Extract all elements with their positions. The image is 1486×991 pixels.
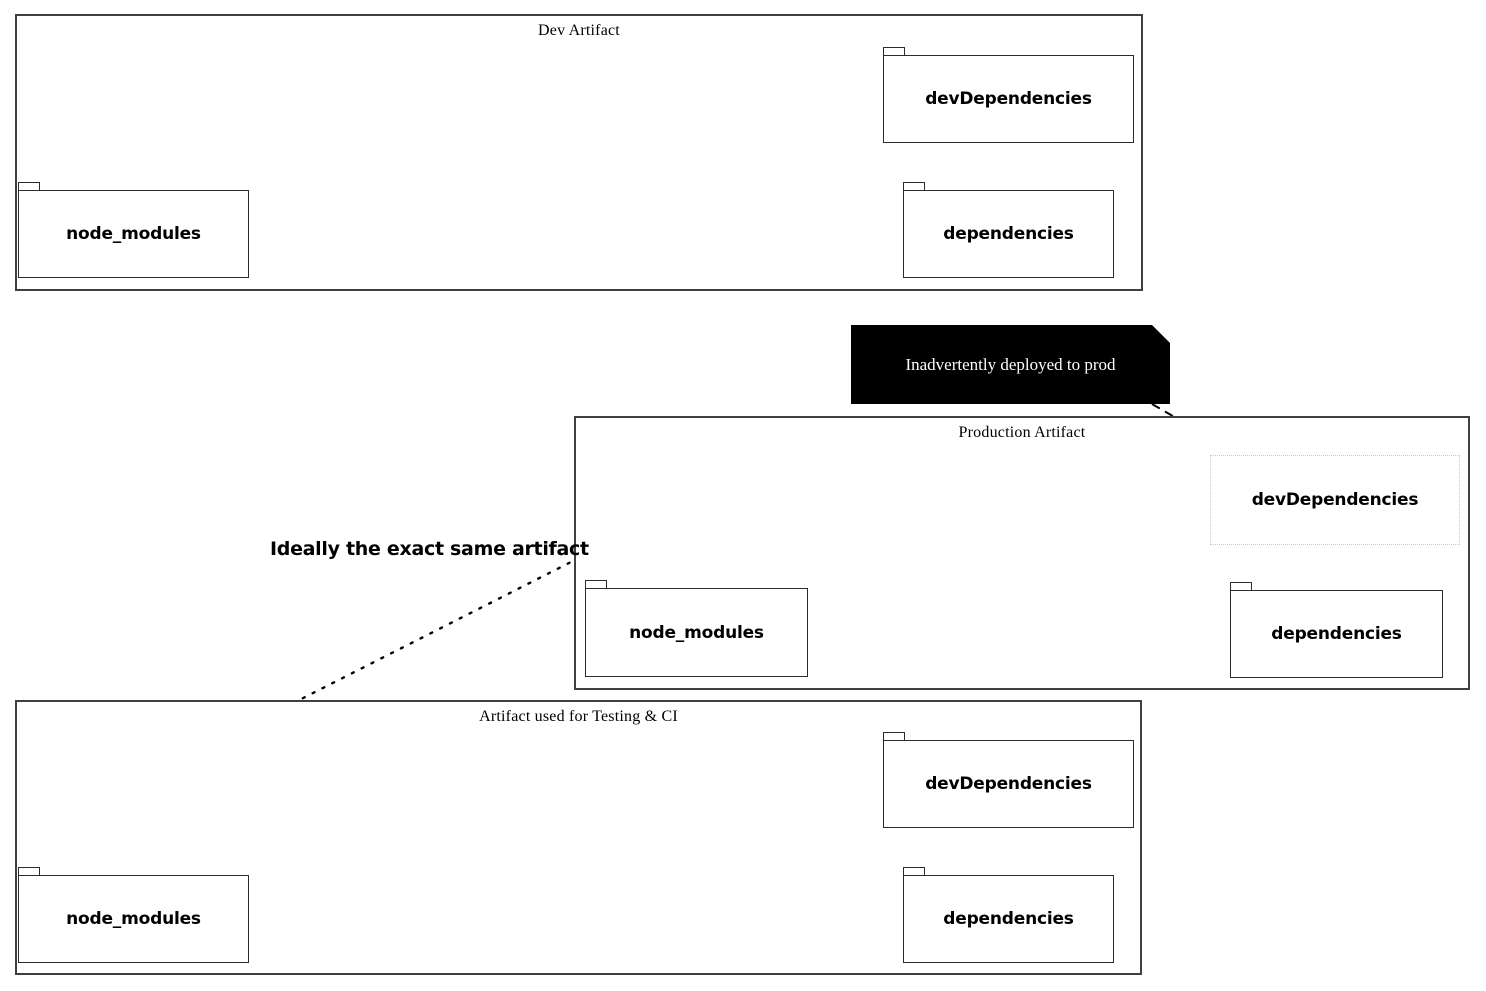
package-label: dependencies	[943, 909, 1074, 929]
package-body: devDependencies	[1210, 455, 1460, 545]
package-prod-devdependencies[interactable]: devDependencies	[1210, 455, 1460, 545]
package-body: devDependencies	[883, 55, 1134, 143]
package-label: node_modules	[629, 622, 764, 643]
package-label: devDependencies	[925, 774, 1092, 794]
package-label: devDependencies	[1251, 490, 1419, 510]
frame-dev-artifact-title: Dev Artifact	[538, 22, 620, 39]
package-prod-node-modules[interactable]: node_modules	[585, 580, 808, 677]
package-body: node_modules	[585, 588, 808, 677]
package-label: dependencies	[943, 224, 1074, 244]
package-dev-devdependencies[interactable]: devDependencies	[883, 47, 1134, 143]
package-test-dependencies[interactable]: dependencies	[903, 867, 1114, 963]
annotation-same-artifact: Ideally the exact same artifact	[270, 538, 589, 560]
package-label: devDependencies	[925, 89, 1092, 109]
package-dev-dependencies[interactable]: dependencies	[903, 182, 1114, 278]
package-body: dependencies	[903, 875, 1114, 963]
note-inadvertently-deployed[interactable]: Inadvertently deployed to prod	[851, 325, 1170, 404]
package-dev-node-modules[interactable]: node_modules	[18, 182, 249, 278]
package-body: dependencies	[1230, 590, 1443, 678]
package-prod-dependencies[interactable]: dependencies	[1230, 582, 1443, 678]
package-test-devdependencies[interactable]: devDependencies	[883, 732, 1134, 828]
package-label: node_modules	[66, 909, 201, 929]
package-body: devDependencies	[883, 740, 1134, 828]
package-body: node_modules	[18, 190, 249, 278]
frame-production-artifact-title: Production Artifact	[958, 424, 1086, 441]
diagram-canvas: Dev Artifact node_modules devDependencie…	[0, 0, 1486, 991]
package-test-node-modules[interactable]: node_modules	[18, 867, 249, 963]
frame-testing-artifact-title: Artifact used for Testing & CI	[479, 708, 678, 725]
package-body: node_modules	[18, 875, 249, 963]
package-label: node_modules	[66, 224, 201, 244]
note-text: Inadvertently deployed to prod	[905, 354, 1116, 374]
package-body: dependencies	[903, 190, 1114, 278]
package-label: dependencies	[1271, 624, 1402, 644]
